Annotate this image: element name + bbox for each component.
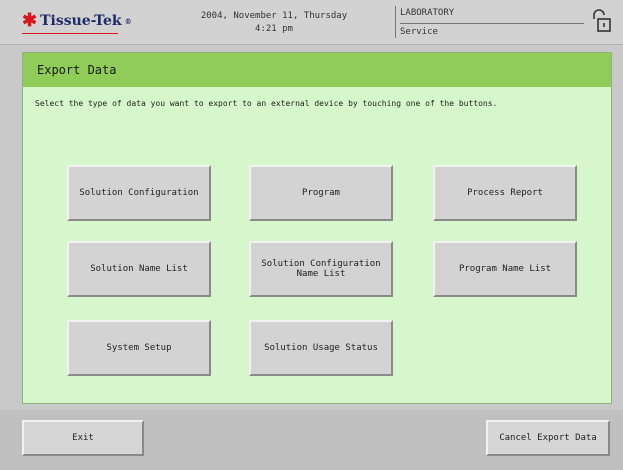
solution-configuration-name-list-button[interactable]: Solution Configuration Name List (249, 241, 393, 297)
top-bar: ✱ Tissue-Tek ® 2004, November 11, Thursd… (0, 0, 623, 45)
logo-text: Tissue-Tek (40, 13, 122, 29)
location-display: LABORATORY Service (395, 6, 584, 38)
program-button[interactable]: Program (249, 165, 393, 221)
logo-registered-mark: ® (124, 16, 132, 26)
tissue-tek-logo: ✱ Tissue-Tek ® (22, 10, 132, 31)
exit-button[interactable]: Exit (22, 420, 144, 456)
system-setup-button[interactable]: System Setup (67, 320, 211, 376)
solution-usage-status-button[interactable]: Solution Usage Status (249, 320, 393, 376)
cancel-export-data-button[interactable]: Cancel Export Data (486, 420, 610, 456)
solution-configuration-button[interactable]: Solution Configuration (67, 165, 211, 221)
logo-underline (22, 33, 118, 34)
date-text: 2004, November 11, Thursday (200, 11, 348, 21)
instructions-text: Select the type of data you want to expo… (35, 99, 498, 108)
bottom-bar: Exit Cancel Export Data (0, 410, 623, 470)
location-laboratory: LABORATORY (400, 8, 455, 18)
date-time-display: 2004, November 11, Thursday 4:21 pm (176, 10, 372, 36)
solution-name-list-button[interactable]: Solution Name List (67, 241, 211, 297)
process-report-button[interactable]: Process Report (433, 165, 577, 221)
padlock-open-icon[interactable] (590, 8, 612, 34)
export-data-panel: Export Data Select the type of data you … (22, 52, 612, 404)
panel-title: Export Data (23, 53, 611, 87)
time-text: 4:21 pm (255, 24, 293, 34)
program-name-list-button[interactable]: Program Name List (433, 241, 577, 297)
location-mode: Service (400, 27, 438, 37)
star-logo-icon: ✱ (22, 10, 38, 31)
location-divider (400, 23, 584, 24)
